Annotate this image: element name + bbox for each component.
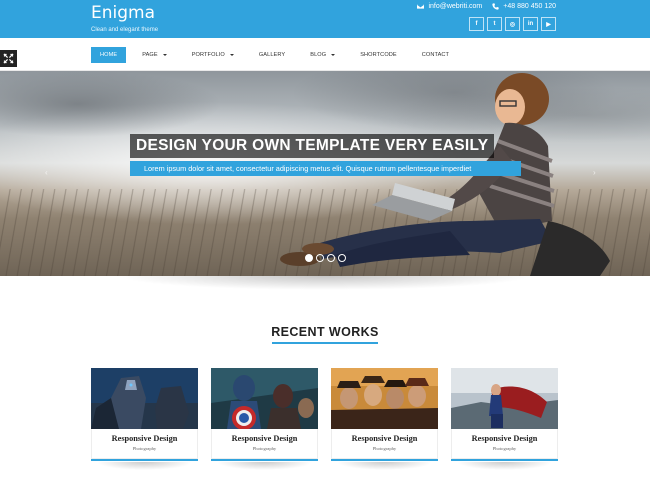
work-category: Photography	[252, 446, 277, 451]
work-accent-bar	[91, 459, 198, 461]
hero-slider[interactable]: DESIGN YOUR OWN TEMPLATE VERY EASILY Lor…	[0, 71, 650, 276]
work-image-robots	[91, 368, 198, 429]
work-accent-bar	[331, 459, 438, 461]
chevron-down-icon	[229, 54, 234, 56]
nav-item-home[interactable]: HOME	[91, 47, 127, 63]
work-card[interactable]: Responsive Design Photography	[211, 368, 318, 470]
slider-pagination	[305, 254, 346, 262]
card-shadow	[97, 462, 192, 470]
nav-item-portfolio[interactable]: PORTFOLIO	[183, 47, 243, 63]
envelope-icon	[417, 4, 425, 9]
heading-underline	[272, 342, 378, 344]
work-thumbnail[interactable]	[91, 368, 198, 429]
youtube-icon[interactable]: ▶	[541, 17, 556, 31]
work-image-captain	[211, 368, 318, 429]
hero-title: DESIGN YOUR OWN TEMPLATE VERY EASILY	[130, 134, 495, 158]
twitter-icon[interactable]: t	[487, 17, 502, 31]
work-card[interactable]: Responsive Design Photography	[91, 368, 198, 470]
slider-dot[interactable]	[327, 254, 335, 262]
recent-works-grid: Responsive Design Photography Responsive…	[91, 368, 558, 470]
main-navbar: HOME PAGE PORTFOLIO GALLERY BLOG SHORTCO…	[0, 38, 650, 71]
work-category: Photography	[372, 446, 397, 451]
chevron-down-icon	[162, 54, 167, 56]
work-category: Photography	[132, 446, 157, 451]
work-image-pirates	[331, 368, 438, 429]
facebook-icon[interactable]: f	[469, 17, 484, 31]
work-card[interactable]: Responsive Design Photography	[451, 368, 558, 470]
dribbble-icon[interactable]: ◎	[505, 17, 520, 31]
nav-label: BLOG	[310, 52, 327, 58]
work-info: Responsive Design Photography	[331, 429, 438, 459]
nav-item-shortcode[interactable]: SHORTCODE	[351, 47, 406, 63]
expand-arrows-icon	[3, 53, 14, 64]
nav-item-gallery[interactable]: GALLERY	[250, 47, 294, 63]
work-title[interactable]: Responsive Design	[332, 429, 437, 443]
nav-item-contact[interactable]: CONTACT	[413, 47, 458, 63]
work-image-superhero	[451, 368, 558, 429]
nav-label: GALLERY	[258, 52, 286, 58]
work-accent-bar	[211, 459, 318, 461]
slider-prev-icon[interactable]: ‹	[45, 168, 48, 177]
work-category: Photography	[492, 446, 517, 451]
nav-label: SHORTCODE	[360, 52, 397, 58]
work-title[interactable]: Responsive Design	[92, 429, 197, 443]
hero-shadow	[120, 276, 530, 290]
fullscreen-toggle[interactable]	[0, 50, 17, 67]
brand[interactable]: Enigma Clean and elegant theme	[91, 3, 158, 33]
site-tagline: Clean and elegant theme	[91, 27, 159, 33]
nav-label: CONTACT	[421, 52, 450, 58]
hero-subtitle: Lorem ipsum dolor sit amet, consectetur …	[130, 161, 521, 176]
contact-info: info@webriti.com +48 880 450 120	[417, 3, 556, 10]
work-info: Responsive Design Photography	[211, 429, 318, 459]
recent-works-heading: RECENT WORKS	[271, 325, 379, 339]
chevron-down-icon	[331, 54, 336, 56]
work-thumbnail[interactable]	[331, 368, 438, 429]
work-title[interactable]: Responsive Design	[212, 429, 317, 443]
top-header: Enigma Clean and elegant theme info@webr…	[0, 0, 650, 38]
work-info: Responsive Design Photography	[91, 429, 198, 459]
slider-dot[interactable]	[338, 254, 346, 262]
linkedin-icon[interactable]: in	[523, 17, 538, 31]
card-shadow	[337, 462, 432, 470]
nav-label: HOME	[100, 52, 118, 58]
nav-item-page[interactable]: PAGE	[133, 47, 176, 63]
phone-icon	[492, 3, 499, 10]
work-accent-bar	[451, 459, 558, 461]
contact-phone: +48 880 450 120	[503, 3, 556, 10]
nav-label: PAGE	[142, 52, 158, 58]
work-thumbnail[interactable]	[451, 368, 558, 429]
slider-next-icon[interactable]: ›	[593, 168, 596, 177]
work-title[interactable]: Responsive Design	[452, 429, 557, 443]
card-shadow	[217, 462, 312, 470]
work-info: Responsive Design Photography	[451, 429, 558, 459]
slider-dot[interactable]	[316, 254, 324, 262]
main-menu: HOME PAGE PORTFOLIO GALLERY BLOG SHORTCO…	[91, 47, 465, 63]
work-card[interactable]: Responsive Design Photography	[331, 368, 438, 470]
work-thumbnail[interactable]	[211, 368, 318, 429]
slider-dot[interactable]	[305, 254, 313, 262]
site-title[interactable]: Enigma	[91, 3, 158, 23]
contact-email[interactable]: info@webriti.com	[428, 3, 482, 10]
card-shadow	[457, 462, 552, 470]
social-links: f t ◎ in ▶	[469, 17, 556, 31]
nav-label: PORTFOLIO	[191, 52, 225, 58]
nav-item-blog[interactable]: BLOG	[301, 47, 344, 63]
